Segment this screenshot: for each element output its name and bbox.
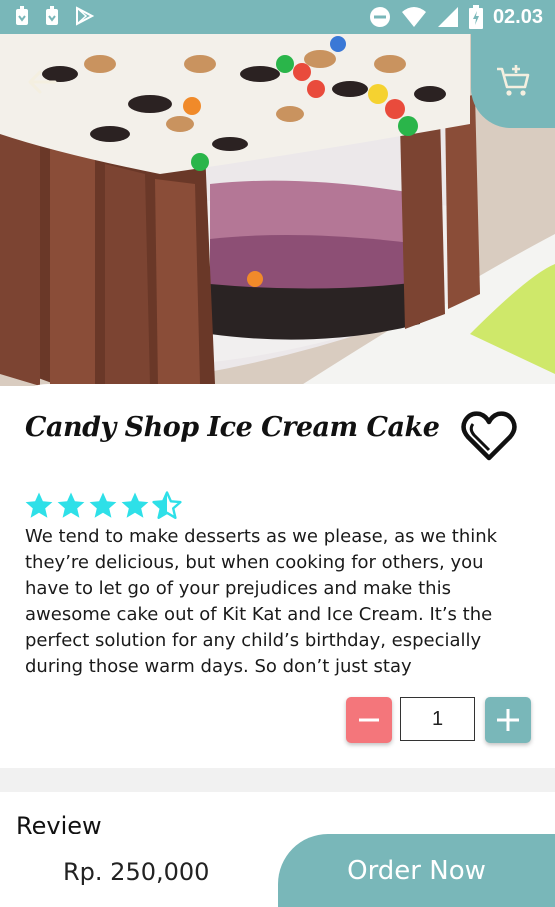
add-to-cart-icon [497,65,530,96]
product-description: We tend to make desserts as we please, a… [25,526,498,677]
price-label: Rp. 250,000 [63,858,210,886]
add-to-cart-button[interactable] [471,34,555,128]
favorite-button[interactable] [460,410,518,462]
bottom-bar: Rp. 250,000 Order Now [0,834,555,907]
star-full-icon [89,492,117,518]
plus-icon [497,709,519,731]
heart-icon [461,411,517,461]
quantity-decrease-button[interactable] [346,697,392,743]
signal-icon [437,7,458,27]
back-button[interactable] [22,62,62,102]
wifi-icon [401,7,426,27]
system-icons: 02.03 [369,5,543,29]
notification-icons [14,6,94,26]
minus-icon [359,718,379,722]
status-bar: 02.03 [0,0,555,34]
star-half-icon [152,491,182,519]
quantity-increase-button[interactable] [485,697,531,743]
status-time: 02.03 [492,5,543,28]
download-icon [16,6,28,25]
rating-stars [24,491,182,521]
battery-icon [468,5,483,29]
section-divider [0,768,555,792]
product-title: Candy Shop Ice Cream Cake [25,412,440,443]
star-full-icon [25,492,53,518]
play-store-icon [76,6,94,26]
back-arrow-icon [28,70,57,94]
product-details-card: Candy Shop Ice Cream Cake We tend to mak… [0,384,555,768]
star-full-icon [121,492,149,518]
download-icon [46,6,58,25]
order-now-button[interactable]: Order Now [278,834,555,907]
quantity-input[interactable]: 1 [400,697,475,741]
do-not-disturb-icon [369,7,390,27]
star-full-icon [57,492,85,518]
